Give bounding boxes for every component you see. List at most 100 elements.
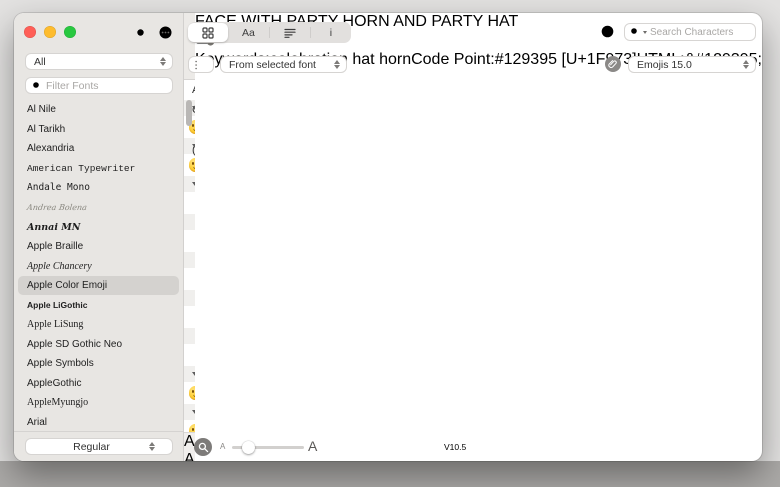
gear-icon[interactable]	[133, 25, 148, 40]
font-style-select[interactable]: Regular	[25, 438, 173, 455]
size-slider-thumb[interactable]	[242, 441, 255, 454]
font-list-item[interactable]: Arial	[18, 413, 179, 431]
font-list-item[interactable]: Andrea Bolena	[17, 198, 181, 218]
zoom-min-label: A	[220, 442, 225, 451]
search-icon	[630, 27, 640, 37]
stepper-icon	[331, 58, 342, 71]
character-viewer-window: All Filter Fonts Al NileAl TarikhAlexand…	[14, 13, 762, 461]
font-list-item[interactable]: Apple LiSung	[18, 315, 179, 335]
search-characters-field[interactable]: Search Characters	[624, 23, 756, 41]
emoji-section-header	[184, 328, 195, 344]
search-placeholder: Search Characters	[650, 27, 733, 38]
emoji-row	[184, 192, 195, 214]
glyph-source-value: From selected font	[229, 59, 316, 71]
emoji-glyph	[189, 386, 195, 400]
emoji-section-header: Face-Tongue (6)	[184, 176, 195, 192]
styled-a-icon: A	[184, 451, 195, 461]
hidden-cells-spacer	[187, 279, 195, 280]
tab-info-view[interactable]: i	[311, 22, 351, 43]
emoji-version-select[interactable]: Emojis 15.0	[628, 56, 756, 73]
font-list-item[interactable]: Apple Color Emoji	[18, 276, 179, 296]
font-list-item[interactable]: Apple Symbols	[18, 354, 179, 374]
emoji-cell[interactable]	[187, 155, 195, 175]
desktop-band	[0, 461, 780, 487]
disclosure-triangle-icon[interactable]	[192, 410, 195, 414]
vertical-scrollbar[interactable]	[186, 100, 192, 126]
list-icon	[284, 28, 296, 38]
glyph-grid: Apple Color Emoji (1468) Face-Smiling (1…	[184, 80, 195, 432]
font-list-item[interactable]: Al Tarikh	[18, 120, 179, 140]
emoji-cell[interactable]	[187, 383, 195, 403]
stepper-icon	[740, 58, 751, 71]
magnifier-icon	[198, 442, 209, 453]
sidebar-titlebar	[14, 13, 183, 51]
tab-sample-view[interactable]: Aa	[228, 22, 268, 43]
stepper-icon	[157, 55, 168, 68]
emoji-row	[184, 306, 195, 328]
font-sidebar: All Filter Fonts Al NileAl TarikhAlexand…	[14, 13, 184, 461]
emoji-section-header	[184, 290, 195, 306]
emoji-row	[184, 382, 195, 404]
filter-fonts-field[interactable]: Filter Fonts	[25, 77, 173, 94]
search-icon	[32, 81, 42, 91]
stepper-icon	[147, 440, 158, 453]
traffic-lights	[24, 26, 76, 38]
font-version-label: V10.5	[444, 442, 466, 452]
paperclip-icon	[608, 59, 618, 69]
glyph-source-select[interactable]: From selected font	[220, 56, 347, 73]
tab-grid-view[interactable]	[188, 23, 228, 42]
sidebar-footer: Regular	[14, 431, 183, 461]
font-style-value: Regular	[26, 441, 158, 453]
zoom-window-button[interactable]	[64, 26, 76, 38]
disclosure-triangle-icon[interactable]	[192, 182, 195, 186]
emoji-row	[184, 268, 195, 290]
plain-char-segment[interactable]: A	[184, 433, 194, 450]
tab-label: i	[330, 27, 332, 39]
minimize-window-button[interactable]	[44, 26, 56, 38]
font-group-title: Apple Color Emoji (1468)	[184, 80, 195, 100]
font-list-item[interactable]: Apple LiGothic	[18, 295, 179, 315]
view-mode-segmented-control: Aa i	[188, 22, 351, 43]
emoji-glyph	[189, 158, 195, 172]
metadata-label: Code Point:	[411, 51, 495, 68]
link-version-button[interactable]	[605, 56, 621, 72]
font-list-item[interactable]: AppleMyungjo	[18, 393, 179, 413]
magnifier-button[interactable]	[194, 438, 212, 456]
emoji-section-header: Face-Hat (3)	[184, 366, 195, 382]
sidebar-toggle-button[interactable]	[188, 56, 214, 73]
view-toolbar: Aai Search Characters	[184, 13, 195, 51]
clear-recents-icon[interactable]	[600, 24, 615, 39]
more-options-icon[interactable]	[158, 25, 173, 40]
font-list-item[interactable]: Apple SD Gothic Neo	[18, 335, 179, 355]
emoji-section-header	[184, 252, 195, 268]
font-list-item[interactable]: Apple Chancery	[18, 256, 179, 276]
font-list-item[interactable]: Annai MN	[18, 217, 179, 237]
emoji-section-header	[184, 214, 195, 230]
font-list-item[interactable]: Apple Braille	[18, 237, 179, 257]
hidden-cells-spacer	[187, 355, 195, 356]
character-content: Aai Search Characters	[184, 13, 195, 461]
source-toolbar: From selected font Emojis 15.0	[184, 51, 195, 80]
font-list-item[interactable]: Alexandria	[18, 139, 179, 159]
close-window-button[interactable]	[24, 26, 36, 38]
disclosure-triangle-icon[interactable]	[192, 106, 195, 110]
collection-select-value: All	[34, 56, 46, 68]
font-list-item[interactable]: Andale Mono	[18, 178, 179, 198]
emoji-cell[interactable]	[187, 421, 195, 432]
list-bullets-icon	[195, 60, 207, 70]
emoji-section-header: Face-Glasses (3)	[184, 404, 195, 420]
font-list-item[interactable]: American Typewriter	[18, 159, 179, 179]
disclosure-triangle-icon[interactable]	[192, 372, 195, 376]
filter-fonts-placeholder: Filter Fonts	[46, 80, 99, 92]
emoji-row	[184, 230, 195, 252]
collection-select[interactable]: All	[25, 53, 173, 70]
disclosure-triangle-icon[interactable]	[192, 144, 195, 148]
emoji-glyph	[189, 424, 195, 432]
font-list-item[interactable]: AppleGothic	[18, 374, 179, 394]
chevron-down-icon	[643, 31, 647, 34]
font-list-item[interactable]: Al Nile	[18, 100, 179, 120]
tab-label: Aa	[242, 27, 255, 39]
tab-repertoire-view[interactable]	[270, 22, 310, 43]
glyph-info-popover: FACE WITH PARTY HORN AND PARTY HAT Keywo…	[195, 13, 762, 461]
grid-icon	[202, 27, 214, 39]
